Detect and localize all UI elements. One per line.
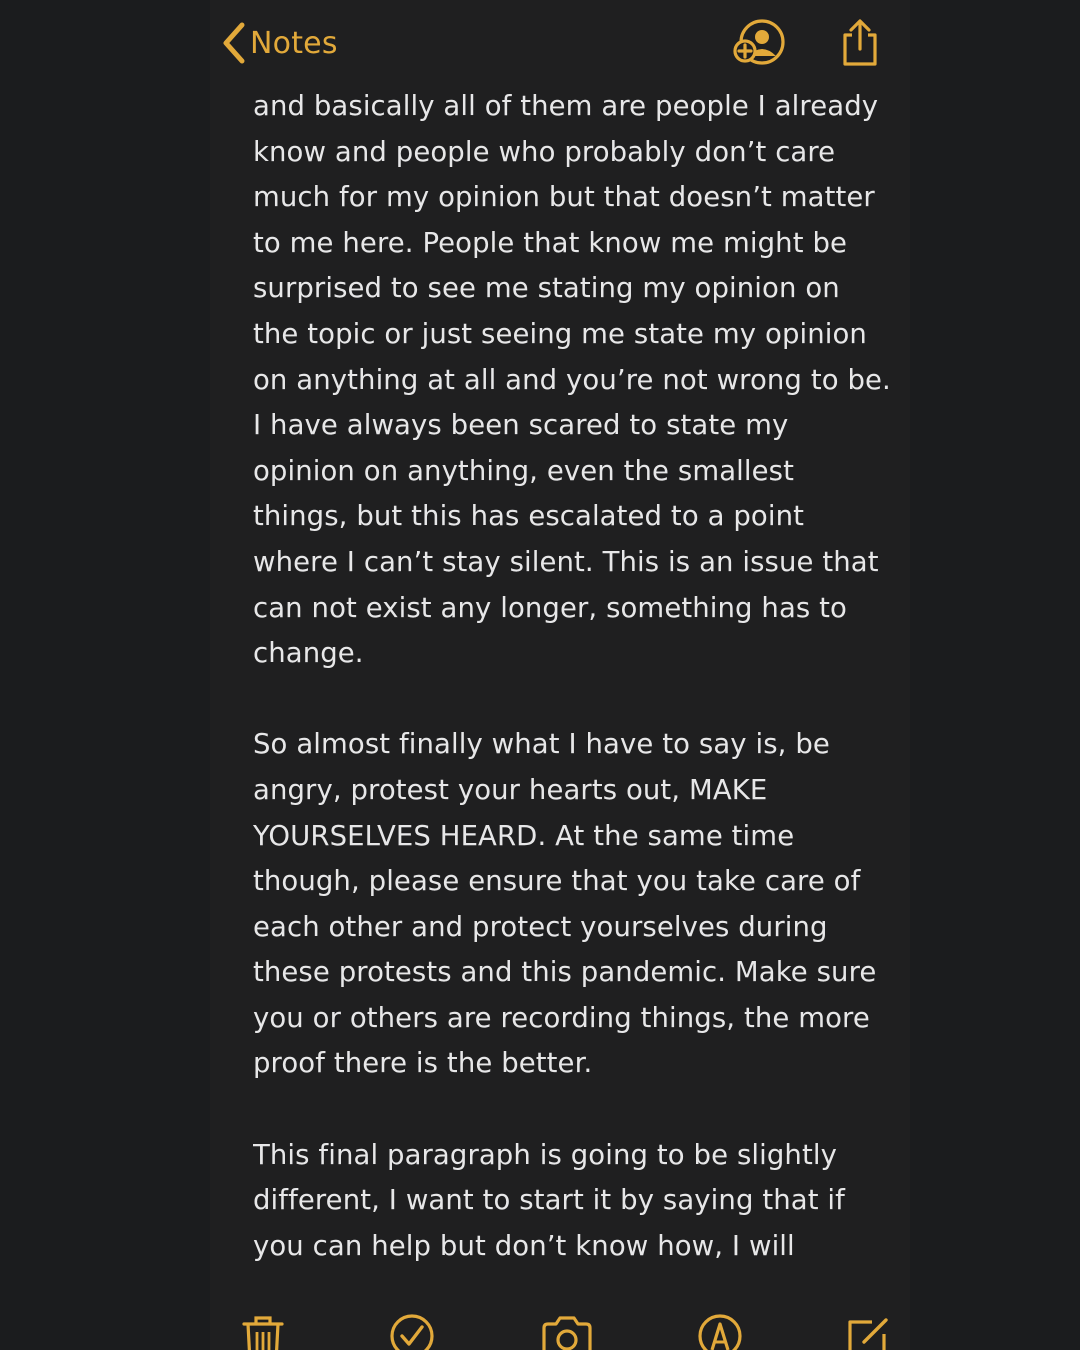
delete-button[interactable] bbox=[240, 1312, 290, 1350]
trash-icon bbox=[240, 1312, 290, 1350]
note-text-area[interactable]: and basically all of them are people I a… bbox=[253, 84, 893, 1284]
markup-button[interactable] bbox=[696, 1312, 746, 1350]
share-icon bbox=[838, 18, 890, 70]
share-button[interactable] bbox=[838, 18, 890, 70]
note-paragraph-1: and basically all of them are people I a… bbox=[253, 90, 891, 670]
add-people-button[interactable] bbox=[732, 18, 785, 70]
note-paragraph-3: This final paragraph is going to be slig… bbox=[253, 1138, 845, 1262]
note-paragraph-2: So almost finally what I have to say is,… bbox=[253, 728, 877, 1080]
camera-button[interactable] bbox=[540, 1312, 592, 1350]
photo-frame: Notes and basically all of them are peop… bbox=[0, 0, 1080, 1350]
back-label: Notes bbox=[250, 25, 338, 61]
checkmark-circle-icon bbox=[388, 1312, 438, 1350]
pen-tip-icon bbox=[696, 1312, 746, 1350]
chevron-left-icon bbox=[222, 22, 246, 64]
navigation-bar: Notes bbox=[210, 0, 910, 86]
compose-button[interactable] bbox=[844, 1312, 894, 1350]
bottom-toolbar bbox=[210, 1300, 910, 1350]
checklist-button[interactable] bbox=[388, 1312, 438, 1350]
notes-screen: Notes and basically all of them are peop… bbox=[210, 0, 910, 1350]
compose-icon bbox=[844, 1312, 894, 1350]
camera-icon bbox=[540, 1312, 592, 1350]
person-add-icon bbox=[732, 18, 785, 68]
back-button[interactable]: Notes bbox=[222, 20, 338, 66]
